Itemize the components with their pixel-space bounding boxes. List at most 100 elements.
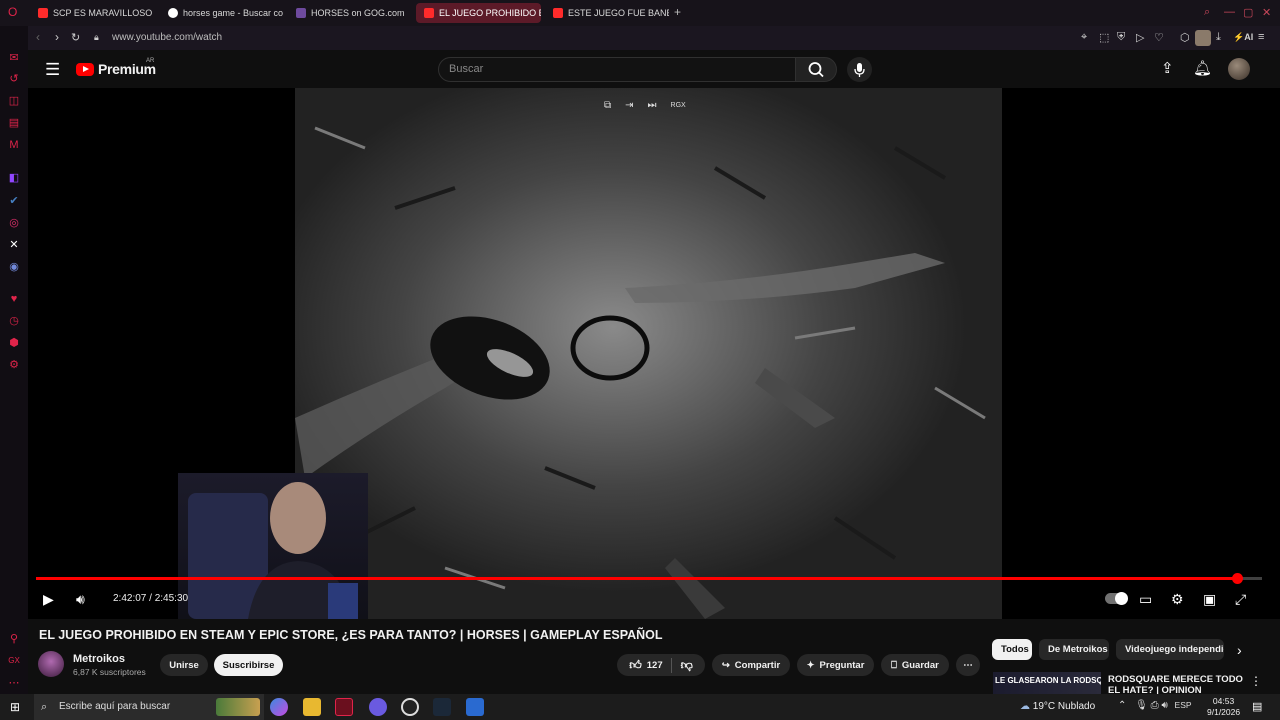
chevron-right-icon[interactable]: ›	[1237, 642, 1242, 658]
join-button[interactable]: Unirse	[160, 654, 208, 676]
wallet-icon[interactable]: ◫	[7, 94, 21, 108]
ai-button[interactable]: ⚡AI	[1233, 32, 1253, 43]
voice-search-button[interactable]	[847, 57, 872, 82]
recommendation-menu-icon[interactable]: ⋮	[1250, 674, 1262, 688]
browser-tab-3[interactable]: HORSES on GOG.com	[288, 3, 412, 23]
discord-icon[interactable]: ◉	[7, 260, 21, 274]
clock-icon[interactable]: ◷	[7, 314, 21, 328]
more-sidebar-icon[interactable]: ⋯	[7, 676, 21, 690]
chip-all[interactable]: Todos	[992, 639, 1032, 660]
search-button[interactable]	[795, 57, 837, 82]
weather-widget[interactable]: ☁ 19°C Nublado	[1020, 701, 1095, 712]
minimize-icon[interactable]: —	[1224, 6, 1235, 18]
chevron-up-icon[interactable]: ⌃	[1118, 700, 1126, 711]
volume-icon[interactable]: 🔊︎	[76, 591, 85, 608]
fullscreen-icon[interactable]: ⤢	[1235, 591, 1246, 608]
channel-name[interactable]: Metroikos	[73, 653, 125, 665]
share-button[interactable]: ↪ Compartir	[712, 654, 790, 676]
mic-tray-icon[interactable]: 🎙︎	[1135, 700, 1148, 711]
pin-icon[interactable]: ⌖	[1081, 31, 1087, 44]
cube-icon[interactable]: ⬢	[7, 336, 21, 350]
search-highlight-image[interactable]	[216, 698, 260, 716]
discord-taskbar-icon[interactable]	[369, 698, 387, 716]
windows-start-icon[interactable]: ⊞	[10, 700, 20, 714]
autoplay-toggle[interactable]	[1105, 592, 1128, 605]
ask-button[interactable]: ✦ Preguntar	[797, 654, 874, 676]
progress-bar[interactable]	[36, 573, 1262, 584]
channel-avatar[interactable]	[38, 651, 64, 677]
chip-from-channel[interactable]: De Metroikos	[1039, 639, 1109, 660]
file-explorer-icon[interactable]	[303, 698, 321, 716]
reload-icon[interactable]: ↻	[71, 31, 80, 44]
download-icon[interactable]: ⤓	[1216, 31, 1221, 44]
close-window-icon[interactable]: ✕	[1262, 6, 1271, 19]
theater-mode-icon[interactable]: ▣	[1203, 591, 1216, 608]
browser-tab-5[interactable]: ESTE JUEGO FUE BANEAD	[545, 3, 669, 23]
x-icon[interactable]: ✕	[7, 238, 21, 252]
play-icon[interactable]: ▶	[43, 591, 54, 608]
notifications-icon[interactable]: ▤	[1252, 700, 1262, 713]
subtitles-icon[interactable]: ▭	[1139, 591, 1152, 608]
more-actions-button[interactable]: ⋯	[956, 654, 980, 676]
mail-icon[interactable]: M	[7, 138, 21, 152]
app-window-icon[interactable]	[466, 698, 484, 716]
snapshot-icon[interactable]: ⬚	[1099, 31, 1109, 44]
network-icon[interactable]: ⎙	[1151, 700, 1159, 711]
language-indicator[interactable]: ESP	[1175, 700, 1192, 710]
shield-icon[interactable]: ⛨	[1117, 31, 1125, 44]
forward-icon[interactable]: ›	[55, 30, 59, 44]
new-tab-button[interactable]: +	[674, 5, 681, 19]
messenger-icon[interactable]: ✉	[7, 51, 21, 65]
heart-icon[interactable]: ♡	[1154, 31, 1164, 44]
recommendation-title[interactable]: RODSQUARE MERECE TODO EL HATE? | OPINION	[1108, 674, 1246, 694]
vk-icon[interactable]: ✔	[7, 194, 21, 208]
search-tabs-icon[interactable]: ⌕	[1204, 6, 1210, 19]
pin-sidebar-icon[interactable]: ⚲	[7, 632, 21, 646]
guide-menu-icon[interactable]: ☰	[45, 60, 60, 80]
notifications-bell-icon[interactable]: 🔔︎	[1193, 59, 1212, 77]
twitch-icon[interactable]: ◧	[7, 171, 21, 185]
taskbar-clock[interactable]: 04:53 9/1/2026	[1207, 696, 1240, 718]
news-icon[interactable]: ▤	[7, 116, 21, 130]
like-button[interactable]: 👍︎ 127	[629, 657, 672, 673]
menu-icon[interactable]: ≡	[1258, 31, 1264, 43]
browser-tab-1[interactable]: SCP ES MARAVILLOSO - Y	[30, 3, 154, 23]
video-player[interactable]: ⧉ ⇥ ⏭ RGX ▶ 🔊︎ 2:42:07 / 2:45:30 ▭ ⚙ ▣ ⤢	[28, 88, 1280, 619]
account-avatar[interactable]	[1228, 58, 1250, 80]
favorites-heart-icon[interactable]: ♥	[7, 292, 21, 306]
instagram-icon[interactable]: ◎	[7, 216, 21, 230]
save-button[interactable]: ⎕ Guardar	[881, 654, 949, 676]
browser-tab-2[interactable]: horses game - Buscar co	[160, 3, 284, 23]
subscribe-button[interactable]: Suscribirse	[214, 654, 283, 676]
steam-icon[interactable]	[433, 698, 451, 716]
upload-icon[interactable]: ⇪	[1161, 59, 1174, 77]
opera-logo-icon[interactable]: O	[8, 5, 17, 19]
skip-icon[interactable]: ⏭	[648, 100, 657, 111]
chip-indie-games[interactable]: Videojuego independien	[1116, 639, 1224, 660]
obs-icon[interactable]	[401, 698, 419, 716]
rgx-label[interactable]: RGX	[671, 102, 686, 111]
video-frame[interactable]: ⧉ ⇥ ⏭ RGX	[295, 88, 1002, 619]
gx-icon[interactable]: GX	[7, 654, 21, 668]
system-tray: ⌃ 🎙︎ ⎙ 🔊︎ ESP	[1118, 700, 1192, 711]
play-extension-icon[interactable]: ▷	[1136, 31, 1144, 44]
youtube-premium-logo[interactable]: Premium AR	[76, 58, 156, 77]
search-input[interactable]: Buscar	[438, 57, 796, 82]
history-icon[interactable]: ↺	[7, 72, 21, 86]
exit-icon[interactable]: ⇥	[625, 100, 633, 111]
back-icon[interactable]: ‹	[36, 30, 40, 44]
popout-icon[interactable]: ⧉	[604, 100, 611, 111]
recommendation-thumbnail[interactable]: LE GLASEARON LA RODSQUARE	[993, 672, 1101, 694]
copilot-icon[interactable]	[270, 698, 288, 716]
dislike-button[interactable]: 👎︎	[677, 658, 693, 673]
scrubber-handle[interactable]	[1232, 573, 1244, 584]
volume-tray-icon[interactable]: 🔊︎	[1161, 700, 1167, 711]
browser-tab-4-active[interactable]: EL JUEGO PROHIBIDO EN	[416, 3, 541, 23]
maximize-icon[interactable]: ▢	[1243, 6, 1253, 19]
settings-gear-icon[interactable]: ⚙	[7, 358, 21, 372]
extensions-icon[interactable]: ⬡	[1180, 31, 1190, 44]
profile-avatar-icon[interactable]	[1195, 30, 1211, 46]
opera-gx-icon[interactable]	[335, 698, 353, 716]
settings-icon[interactable]: ⚙	[1171, 591, 1184, 608]
url-field[interactable]: www.youtube.com/watch	[112, 32, 222, 43]
